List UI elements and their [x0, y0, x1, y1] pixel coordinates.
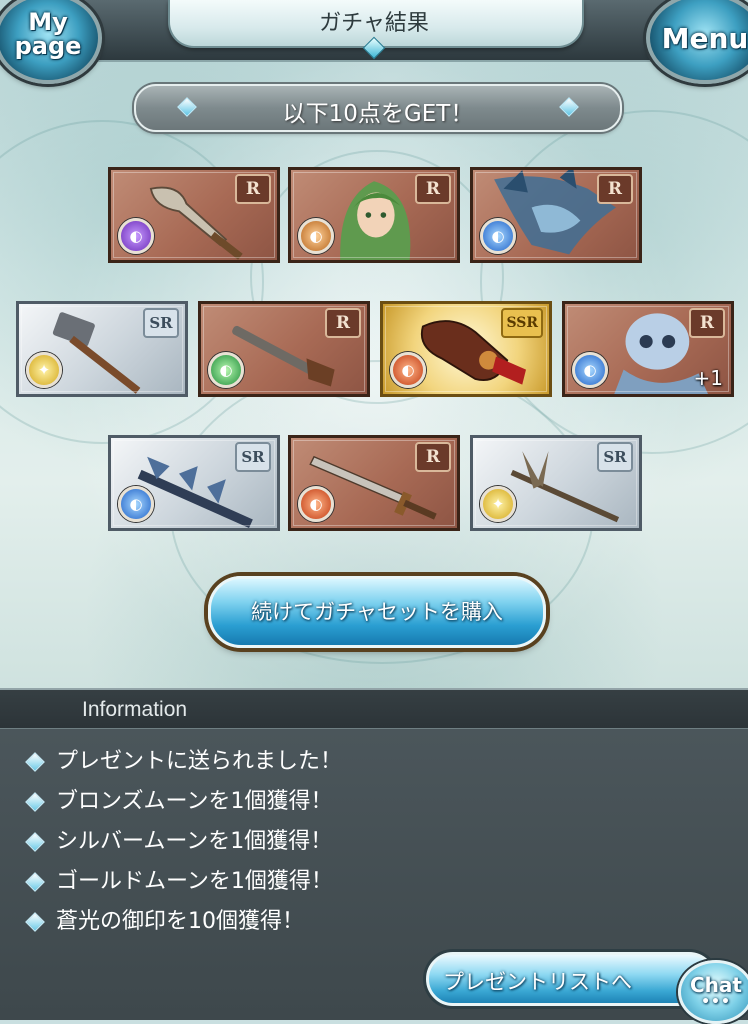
information-header: Information	[0, 690, 748, 729]
chat-button[interactable]: Chat •••	[678, 960, 748, 1024]
mypage-button[interactable]: My page	[0, 0, 102, 84]
page-title: ガチャ結果	[319, 11, 429, 36]
light-element-icon: ✦	[480, 486, 516, 522]
menu-label: Menu	[661, 22, 748, 55]
rarity-badge: SSR	[501, 308, 543, 338]
rarity-badge: R	[325, 308, 361, 338]
info-message: プレゼントに送られました！	[56, 749, 343, 774]
water-element-icon: ◐	[118, 486, 154, 522]
result-card-3[interactable]: R ◐	[470, 167, 642, 263]
rarity-badge: R	[597, 174, 633, 204]
result-card-8[interactable]: SR ◐	[108, 435, 280, 531]
rarity-badge: R	[415, 442, 451, 472]
rarity-badge: SR	[597, 442, 633, 472]
mypage-label-line1: My	[28, 8, 68, 36]
earth-element-icon: ◐	[298, 218, 334, 254]
result-card-9[interactable]: R ◐	[288, 435, 460, 531]
list-item: ゴールドムーンを1個獲得！	[18, 862, 342, 902]
water-element-icon: ◐	[480, 218, 516, 254]
duplicate-plus-count: +1	[693, 366, 723, 390]
result-card-4[interactable]: SR ✦	[16, 301, 188, 397]
diamond-bullet-icon	[25, 792, 45, 812]
chat-dots-icon: •••	[701, 994, 731, 1010]
buy-again-button[interactable]: 続けてガチャセットを購入	[208, 576, 546, 648]
list-item: ブロンズムーンを1個獲得！	[18, 782, 342, 822]
rarity-badge: R	[415, 174, 451, 204]
information-title: Information	[82, 698, 188, 721]
menu-button[interactable]: Menu	[646, 0, 748, 84]
get-count-banner: 以下10点をGET！	[134, 84, 622, 132]
result-card-1[interactable]: R ◐	[108, 167, 280, 263]
mypage-label-line2: page	[14, 32, 82, 60]
diamond-bullet-icon	[25, 752, 45, 772]
result-card-10[interactable]: SR ✦	[470, 435, 642, 531]
list-item: プレゼントに送られました！	[18, 742, 342, 782]
dark-element-icon: ◐	[118, 218, 154, 254]
info-message: シルバームーンを1個獲得！	[56, 829, 333, 854]
get-count-text: 以下10点をGET！	[282, 101, 474, 127]
result-card-6[interactable]: SSR ◐	[380, 301, 552, 397]
light-element-icon: ✦	[26, 352, 62, 388]
water-element-icon: ◐	[572, 352, 608, 388]
diamond-bullet-icon	[25, 872, 45, 892]
fire-element-icon: ◐	[390, 352, 426, 388]
fire-element-icon: ◐	[298, 486, 334, 522]
info-message: ブロンズムーンを1個獲得！	[56, 789, 333, 814]
rarity-badge: SR	[235, 442, 271, 472]
result-card-2[interactable]: R ◐	[288, 167, 460, 263]
present-list-button[interactable]: プレゼントリストへ	[426, 952, 716, 1006]
info-message: 蒼光の御印を10個獲得！	[56, 909, 304, 934]
list-item: 蒼光の御印を10個獲得！	[18, 902, 342, 942]
rarity-badge: R	[689, 308, 725, 338]
gacha-result-background: ガチャ結果 My page Menu 以下10点をGET！ R ◐ R ◐ R …	[0, 0, 748, 688]
wind-element-icon: ◐	[208, 352, 244, 388]
rarity-badge: R	[235, 174, 271, 204]
result-card-7[interactable]: R ◐ +1	[562, 301, 734, 397]
information-list: プレゼントに送られました！ ブロンズムーンを1個獲得！ シルバームーンを1個獲得…	[18, 742, 342, 942]
result-card-5[interactable]: R ◐	[198, 301, 370, 397]
rarity-badge: SR	[143, 308, 179, 338]
info-message: ゴールドムーンを1個獲得！	[56, 869, 333, 894]
diamond-bullet-icon	[25, 832, 45, 852]
list-item: シルバームーンを1個獲得！	[18, 822, 342, 862]
diamond-bullet-icon	[25, 912, 45, 932]
